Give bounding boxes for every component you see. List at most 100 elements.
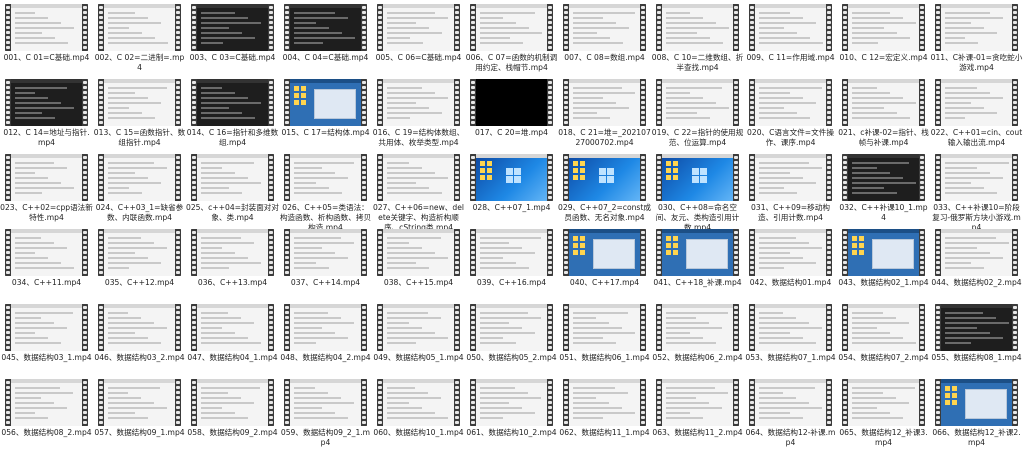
video-thumbnail[interactable] xyxy=(749,229,832,276)
file-name-label[interactable]: 007、C 08=数组.mp4 xyxy=(558,53,651,63)
video-thumbnail[interactable] xyxy=(191,154,274,201)
video-thumbnail[interactable] xyxy=(842,79,925,126)
file-name-label[interactable]: 031、C++09=移动构造、引用计数.mp4 xyxy=(744,203,837,223)
video-file-tile[interactable]: 033、C++补课10=阶段复习-俄罗斯方块小游戏.mp4 xyxy=(930,152,1023,232)
video-file-tile[interactable]: 045、数据结构03_1.mp4 xyxy=(0,302,93,377)
file-name-label[interactable]: 058、数据结构09_2.mp4 xyxy=(186,428,279,438)
video-thumbnail[interactable] xyxy=(284,4,367,51)
file-name-label[interactable]: 006、C 07=函数的机制调用约定、栈帽节.mp4 xyxy=(465,53,558,73)
video-file-tile[interactable]: 022、C++01=cin、cout输入输出流.mp4 xyxy=(930,77,1023,152)
file-name-label[interactable]: 044、数据结构02_2.mp4 xyxy=(930,278,1023,288)
video-file-tile[interactable]: 042、数据结构01.mp4 xyxy=(744,227,837,302)
video-thumbnail[interactable] xyxy=(842,379,925,426)
video-thumbnail[interactable] xyxy=(470,379,553,426)
file-name-label[interactable]: 051、数据结构06_1.mp4 xyxy=(558,353,651,363)
video-thumbnail[interactable] xyxy=(656,154,739,201)
file-name-label[interactable]: 025、c++04=封装面对对象、类.mp4 xyxy=(186,203,279,223)
file-name-label[interactable]: 035、C++12.mp4 xyxy=(93,278,186,288)
video-thumbnail[interactable] xyxy=(98,79,181,126)
video-thumbnail[interactable] xyxy=(5,154,88,201)
file-name-label[interactable]: 028、C++07_1.mp4 xyxy=(465,203,558,213)
file-name-label[interactable]: 001、C 01=C基础.mp4 xyxy=(0,53,93,63)
file-name-label[interactable]: 062、数据结构11_1.mp4 xyxy=(558,428,651,438)
file-name-label[interactable]: 019、C 22=指针的使用规范、位运算.mp4 xyxy=(651,128,744,148)
file-name-label[interactable]: 055、数据结构08_1.mp4 xyxy=(930,353,1023,363)
file-name-label[interactable]: 041、C++18_补课.mp4 xyxy=(651,278,744,288)
video-thumbnail[interactable] xyxy=(377,379,460,426)
video-file-tile[interactable]: 016、C 19=结构体数组、共用体、枚举类型.mp4 xyxy=(372,77,465,152)
video-file-tile[interactable]: 028、C++07_1.mp4 xyxy=(465,152,558,227)
video-file-tile[interactable]: 035、C++12.mp4 xyxy=(93,227,186,302)
file-name-label[interactable]: 046、数据结构03_2.mp4 xyxy=(93,353,186,363)
video-thumbnail[interactable] xyxy=(656,79,739,126)
video-thumbnail[interactable] xyxy=(284,79,367,126)
video-thumbnail[interactable] xyxy=(98,304,181,351)
video-file-tile[interactable]: 017、C 20=堆.mp4 xyxy=(465,77,558,152)
video-thumbnail[interactable] xyxy=(749,379,832,426)
video-thumbnail[interactable] xyxy=(470,79,553,126)
video-thumbnail[interactable] xyxy=(284,304,367,351)
video-thumbnail[interactable] xyxy=(377,79,460,126)
file-name-label[interactable]: 037、C++14.mp4 xyxy=(279,278,372,288)
video-file-tile[interactable]: 023、C++02=cpp语法新特性.mp4 xyxy=(0,152,93,227)
video-thumbnail[interactable] xyxy=(470,154,553,201)
video-thumbnail[interactable] xyxy=(470,229,553,276)
file-name-label[interactable]: 016、C 19=结构体数组、共用体、枚举类型.mp4 xyxy=(372,128,465,148)
video-file-tile[interactable]: 064、数据结构12-补课.mp4 xyxy=(744,377,837,452)
video-thumbnail[interactable] xyxy=(377,154,460,201)
video-thumbnail[interactable] xyxy=(377,4,460,51)
file-name-label[interactable]: 064、数据结构12-补课.mp4 xyxy=(744,428,837,448)
video-file-tile[interactable]: 003、C 03=C基础.mp4 xyxy=(186,2,279,77)
video-thumbnail[interactable] xyxy=(935,379,1018,426)
file-name-label[interactable]: 065、数据结构12_补课3.mp4 xyxy=(837,428,930,448)
video-file-tile[interactable]: 019、C 22=指针的使用规范、位运算.mp4 xyxy=(651,77,744,152)
video-file-tile[interactable]: 047、数据结构04_1.mp4 xyxy=(186,302,279,377)
file-name-label[interactable]: 039、C++16.mp4 xyxy=(465,278,558,288)
file-name-label[interactable]: 053、数据结构07_1.mp4 xyxy=(744,353,837,363)
file-name-label[interactable]: 008、C 10=二维数组、折半查找.mp4 xyxy=(651,53,744,73)
video-thumbnail[interactable] xyxy=(191,379,274,426)
file-name-label[interactable]: 061、数据结构10_2.mp4 xyxy=(465,428,558,438)
file-name-label[interactable]: 057、数据结构09_1.mp4 xyxy=(93,428,186,438)
video-thumbnail[interactable] xyxy=(749,154,832,201)
file-name-label[interactable]: 052、数据结构06_2.mp4 xyxy=(651,353,744,363)
file-name-label[interactable]: 036、C++13.mp4 xyxy=(186,278,279,288)
file-name-label[interactable]: 023、C++02=cpp语法新特性.mp4 xyxy=(0,203,93,223)
video-thumbnail[interactable] xyxy=(935,229,1018,276)
video-file-tile[interactable]: 005、C 06=C基础.mp4 xyxy=(372,2,465,77)
video-thumbnail[interactable] xyxy=(842,154,925,201)
video-file-tile[interactable]: 057、数据结构09_1.mp4 xyxy=(93,377,186,452)
video-file-tile[interactable]: 060、数据结构10_1.mp4 xyxy=(372,377,465,452)
video-thumbnail[interactable] xyxy=(563,4,646,51)
video-file-tile[interactable]: 001、C 01=C基础.mp4 xyxy=(0,2,93,77)
file-name-label[interactable]: 056、数据结构08_2.mp4 xyxy=(0,428,93,438)
video-file-tile[interactable]: 065、数据结构12_补课3.mp4 xyxy=(837,377,930,452)
video-thumbnail[interactable] xyxy=(749,304,832,351)
video-thumbnail[interactable] xyxy=(377,304,460,351)
file-name-label[interactable]: 022、C++01=cin、cout输入输出流.mp4 xyxy=(930,128,1023,148)
file-name-label[interactable]: 063、数据结构11_2.mp4 xyxy=(651,428,744,438)
video-file-tile[interactable]: 027、C++06=new、delete关键字、构造析构顺序、cString类.… xyxy=(372,152,465,232)
video-file-tile[interactable]: 063、数据结构11_2.mp4 xyxy=(651,377,744,452)
video-thumbnail[interactable] xyxy=(656,4,739,51)
video-thumbnail[interactable] xyxy=(842,4,925,51)
video-file-tile[interactable]: 010、C 12=宏定义.mp4 xyxy=(837,2,930,77)
video-thumbnail[interactable] xyxy=(470,4,553,51)
video-thumbnail[interactable] xyxy=(749,79,832,126)
file-name-label[interactable]: 010、C 12=宏定义.mp4 xyxy=(837,53,930,63)
video-file-tile[interactable]: 024、C++03_1=缺省参数、内联函数.mp4 xyxy=(93,152,186,227)
file-name-label[interactable]: 013、C 15=函数指针、数组指针.mp4 xyxy=(93,128,186,148)
video-file-tile[interactable]: 021、c补课-02=指针、栈帧与补课.mp4 xyxy=(837,77,930,152)
video-thumbnail[interactable] xyxy=(563,304,646,351)
file-name-label[interactable]: 018、C 21=堆=_20210727000702.mp4 xyxy=(558,128,651,148)
video-file-tile[interactable]: 056、数据结构08_2.mp4 xyxy=(0,377,93,452)
video-thumbnail[interactable] xyxy=(284,379,367,426)
video-thumbnail[interactable] xyxy=(5,304,88,351)
file-name-label[interactable]: 034、C++11.mp4 xyxy=(0,278,93,288)
video-thumbnail[interactable] xyxy=(749,4,832,51)
video-file-tile[interactable]: 054、数据结构07_2.mp4 xyxy=(837,302,930,377)
video-file-tile[interactable]: 052、数据结构06_2.mp4 xyxy=(651,302,744,377)
video-file-tile[interactable]: 040、C++17.mp4 xyxy=(558,227,651,302)
video-file-tile[interactable]: 015、C 17=结构体.mp4 xyxy=(279,77,372,152)
video-thumbnail[interactable] xyxy=(5,4,88,51)
